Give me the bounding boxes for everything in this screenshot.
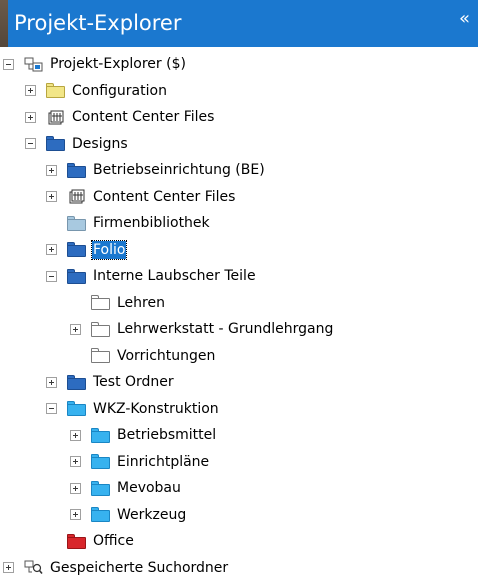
tree-node[interactable]: Folio <box>46 237 128 263</box>
tree-node-label: Test Ordner <box>93 374 174 390</box>
tree-node-label: Projekt-Explorer ($) <box>50 56 186 72</box>
folder-icon <box>67 268 86 284</box>
folder-icon <box>67 162 86 178</box>
expand-node-icon[interactable] <box>46 244 57 255</box>
expand-node-icon[interactable] <box>46 376 57 388</box>
tree-node-label: WKZ-Konstruktion <box>93 400 219 417</box>
expand-node-icon[interactable] <box>46 191 57 202</box>
tree-node[interactable]: WKZ-Konstruktion <box>46 396 220 422</box>
tree-node[interactable]: Content Center Files <box>25 104 215 130</box>
tree-node-label: Office <box>93 533 134 549</box>
collapse-node-icon[interactable] <box>3 58 14 70</box>
expand-node-icon[interactable] <box>70 482 81 494</box>
collapse-node-icon[interactable] <box>25 138 36 149</box>
folder-icon <box>91 427 110 443</box>
tree-node-label: Gespeicherte Suchordner <box>50 559 229 576</box>
tree-node[interactable]: Test Ordner <box>46 369 175 395</box>
tree-node[interactable]: Werkzeug <box>70 502 187 528</box>
content-center-icon <box>67 189 86 204</box>
collapse-node-icon[interactable] <box>46 403 57 414</box>
tree-node[interactable]: Projekt-Explorer ($) <box>3 51 187 77</box>
tree-node[interactable]: Content Center Files <box>46 184 236 210</box>
tree-node[interactable]: Interne Laubscher Teile <box>46 263 257 289</box>
folder-icon <box>67 401 86 416</box>
folder-icon <box>67 215 86 231</box>
tree-node-label: Content Center Files <box>72 109 215 125</box>
panel-title-bar: Projekt-Explorer « <box>8 0 478 47</box>
expand-node-icon[interactable] <box>46 164 57 176</box>
expand-node-icon[interactable] <box>70 323 81 335</box>
tree-node[interactable]: Betriebseinrichtung (BE) <box>46 157 266 183</box>
tree-node-label: Einrichtpläne <box>117 453 210 470</box>
folder-icon <box>91 454 110 469</box>
tree-node-label: Firmenbibliothek <box>93 215 210 231</box>
folder-icon <box>67 374 86 390</box>
folder-icon <box>67 242 86 257</box>
tree-node-label: Folio <box>90 239 128 260</box>
folder-icon <box>46 83 65 98</box>
expand-node-icon[interactable] <box>70 429 81 441</box>
folder-icon <box>46 136 65 151</box>
folder-icon <box>91 507 110 522</box>
folder-icon <box>91 295 110 310</box>
tree-node-label: Betriebseinrichtung (BE) <box>93 162 265 178</box>
collapse-panel-icon[interactable]: « <box>459 8 470 30</box>
expand-node-icon[interactable] <box>3 562 14 573</box>
tree-node[interactable]: Configuration <box>25 78 168 104</box>
tree-node-label: Betriebsmittel <box>117 427 217 443</box>
tree-node[interactable]: Lehren <box>70 290 166 316</box>
expand-node-icon[interactable] <box>25 85 36 96</box>
folder-icon <box>91 480 110 496</box>
tree-node-label: Content Center Files <box>93 188 236 205</box>
tree-node-label: Interne Laubscher Teile <box>93 268 256 284</box>
tree-node[interactable]: Office <box>46 528 135 554</box>
project-tree: Projekt-Explorer ($) Configuration Content… <box>0 47 478 585</box>
tree-node-label: Mevobau <box>117 480 181 496</box>
content-center-icon <box>46 110 65 125</box>
expand-node-icon[interactable] <box>25 111 36 123</box>
tree-node[interactable]: Mevobau <box>70 475 182 501</box>
tree-node[interactable]: Betriebsmittel <box>70 422 217 448</box>
expand-node-icon[interactable] <box>70 509 81 520</box>
tree-node[interactable]: Lehrwerkstatt - Grundlehrgang <box>70 316 334 342</box>
tree-node[interactable]: Designs <box>25 131 129 157</box>
folder-icon <box>91 348 110 363</box>
collapse-node-icon[interactable] <box>46 270 57 282</box>
tree-node[interactable]: Vorrichtungen <box>70 343 216 369</box>
tree-node-label: Designs <box>72 135 128 152</box>
tree-node-label: Configuration <box>72 82 167 99</box>
folder-icon <box>91 321 110 337</box>
panel-title: Projekt-Explorer <box>14 11 182 35</box>
tree-node-label: Lehrwerkstatt - Grundlehrgang <box>117 321 334 337</box>
tree-node[interactable]: Gespeicherte Suchordner <box>3 555 229 581</box>
project-explorer-icon <box>24 57 43 72</box>
saved-search-icon <box>24 560 43 575</box>
tree-node[interactable]: Firmenbibliothek <box>46 210 211 236</box>
expand-node-icon[interactable] <box>70 456 81 467</box>
tree-node-label: Vorrichtungen <box>117 347 216 364</box>
tree-node-label: Lehren <box>117 294 165 311</box>
tree-node-label: Werkzeug <box>117 506 187 523</box>
tree-node[interactable]: Einrichtpläne <box>70 449 210 475</box>
folder-icon <box>67 533 86 549</box>
